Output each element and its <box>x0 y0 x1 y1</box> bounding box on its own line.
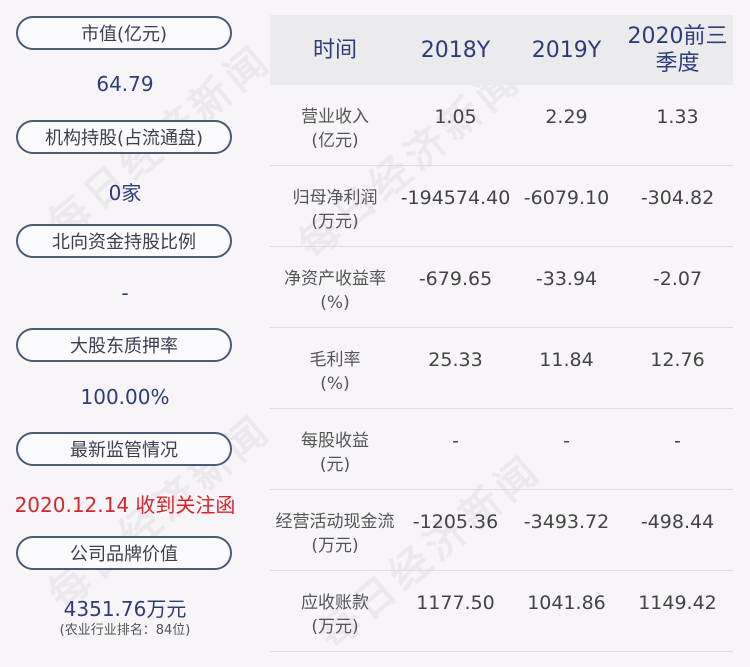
cell: -2.07 <box>652 268 703 290</box>
table-row: 毛利率 (%) 25.33 11.84 12.76 <box>270 328 733 409</box>
row-label: 营业收入 (亿元) <box>301 107 369 151</box>
header-time: 时间 <box>312 37 357 63</box>
table-row: 营业收入 (亿元) 1.05 2.29 1.33 <box>270 85 733 166</box>
institutional-holding-value: 0家 <box>108 181 142 205</box>
financial-table: 时间 2018Y 2019Y 2020前三季度 营业收入 (亿元) 1.05 2.… <box>270 15 733 652</box>
header-2020: 2020前三季度 <box>627 24 728 76</box>
cell: -6079.10 <box>523 187 610 209</box>
cell: 2.29 <box>545 106 588 128</box>
cell: -194574.40 <box>400 187 511 209</box>
row-label: 毛利率 (%) <box>309 350 361 394</box>
cell: 12.76 <box>650 349 705 371</box>
cell: 1177.50 <box>416 592 495 614</box>
market-cap-value: 64.79 <box>96 72 154 96</box>
cell: -3493.72 <box>523 511 610 533</box>
pledge-ratio-value: 100.00% <box>80 385 170 409</box>
brand-value-value: 4351.76万元 <box>63 597 187 621</box>
cell: -33.94 <box>535 268 598 290</box>
cell: 1.05 <box>434 106 477 128</box>
cell: 1041.86 <box>527 592 606 614</box>
cell: -304.82 <box>640 187 715 209</box>
cell: -679.65 <box>418 268 493 290</box>
table-row: 经营活动现金流 (万元) -1205.36 -3493.72 -498.44 <box>270 490 733 571</box>
brand-value-label: 公司品牌价值 <box>16 536 232 570</box>
regulatory-status-value: 2020.12.14 收到关注函 <box>14 493 236 517</box>
cell: - <box>674 430 681 452</box>
table-row: 净资产收益率 (%) -679.65 -33.94 -2.07 <box>270 247 733 328</box>
northbound-ratio-label: 北向资金持股比例 <box>16 224 232 258</box>
table-row: 应收账款 (万元) 1177.50 1041.86 1149.42 <box>270 571 733 652</box>
brand-rank-note: (农业行业排名：84位) <box>59 623 191 638</box>
cell: - <box>563 430 570 452</box>
row-label: 应收账款 (万元) <box>301 593 369 637</box>
header-2018: 2018Y <box>420 37 491 63</box>
pledge-ratio-label: 大股东质押率 <box>16 328 232 362</box>
cell: - <box>452 430 459 452</box>
row-label: 归母净利润 (万元) <box>292 188 378 232</box>
northbound-ratio-value: - <box>121 281 129 305</box>
regulatory-status-label: 最新监管情况 <box>16 432 232 466</box>
cell: -1205.36 <box>412 511 499 533</box>
table-row: 每股收益 (元) - - - <box>270 409 733 490</box>
cell: 1149.42 <box>638 592 717 614</box>
row-label: 每股收益 (元) <box>301 431 369 475</box>
table-header: 时间 2018Y 2019Y 2020前三季度 <box>270 15 733 85</box>
header-2019: 2019Y <box>531 37 602 63</box>
row-label: 经营活动现金流 (万元) <box>275 512 395 556</box>
market-cap-label: 市值(亿元) <box>16 16 232 50</box>
cell: 11.84 <box>539 349 594 371</box>
cell: 25.33 <box>428 349 483 371</box>
institutional-holding-label: 机构持股(占流通盘) <box>16 120 232 154</box>
cell: 1.33 <box>656 106 699 128</box>
table-row: 归母净利润 (万元) -194574.40 -6079.10 -304.82 <box>270 166 733 247</box>
row-label: 净资产收益率 (%) <box>284 269 386 313</box>
cell: -498.44 <box>640 511 715 533</box>
